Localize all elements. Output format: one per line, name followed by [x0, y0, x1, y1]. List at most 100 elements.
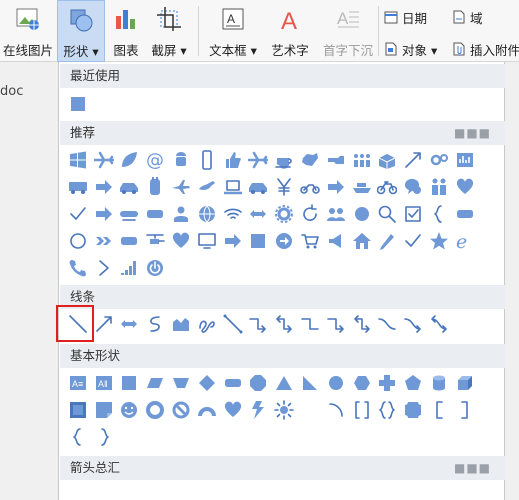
shape-bus[interactable]	[65, 173, 91, 200]
screenshot-button[interactable]: 截屏 ▾	[146, 0, 192, 62]
shape-brackets[interactable]	[349, 396, 375, 423]
shape-no-symbol[interactable]	[168, 396, 194, 423]
shape-car[interactable]	[246, 173, 272, 200]
shape-bracket-right[interactable]	[452, 396, 478, 423]
shape-gears[interactable]	[426, 146, 452, 173]
shape-leaf[interactable]	[117, 146, 143, 173]
shape-bevel[interactable]	[65, 396, 91, 423]
shape-can[interactable]	[426, 369, 452, 396]
shape-gear[interactable]	[271, 200, 297, 227]
shape-checkmark[interactable]	[400, 227, 426, 254]
shape-scribble[interactable]	[194, 310, 220, 337]
shape-brace[interactable]	[426, 200, 452, 227]
shape-thumbs-up[interactable]	[220, 146, 246, 173]
shape-plane[interactable]	[168, 173, 194, 200]
shape-arc-line[interactable]	[323, 396, 349, 423]
more-icon[interactable]: ■■■	[454, 121, 491, 145]
shape-globe[interactable]	[194, 200, 220, 227]
shape-chevrons[interactable]	[91, 227, 117, 254]
shape-rounded-rect[interactable]	[220, 369, 246, 396]
textbox-button[interactable]: A 文本框 ▾	[204, 0, 262, 62]
shape-vertical-textbox[interactable]: A‖	[91, 369, 117, 396]
shape-button[interactable]: 形状 ▾	[57, 0, 105, 62]
shape-motorcycle[interactable]	[297, 173, 323, 200]
shape-moon[interactable]	[297, 396, 323, 423]
shape-heart[interactable]	[168, 227, 194, 254]
shape-folded-corner[interactable]	[91, 396, 117, 423]
shape-rounded-rect[interactable]	[117, 227, 143, 254]
shape-signal-bars[interactable]	[117, 254, 143, 281]
shape-coffee[interactable]	[271, 146, 297, 173]
wordart-button[interactable]: A 艺术字	[265, 0, 315, 62]
shape-refresh[interactable]	[297, 200, 323, 227]
shape-rounded-rect[interactable]	[452, 200, 478, 227]
shape-rectangle[interactable]	[65, 90, 91, 117]
shape-rectangle[interactable]	[117, 369, 143, 396]
shape-checkmark[interactable]	[65, 200, 91, 227]
shape-arrow-right[interactable]	[220, 227, 246, 254]
shape-diamond[interactable]	[194, 369, 220, 396]
shape-monitor[interactable]	[194, 227, 220, 254]
shape-cube[interactable]	[452, 369, 478, 396]
shape-plaque[interactable]	[400, 396, 426, 423]
object-button[interactable]: 对象 ▾	[384, 39, 437, 59]
shape-world-plane[interactable]	[194, 173, 220, 200]
shape-pentagon[interactable]	[400, 369, 426, 396]
shape-parallelogram[interactable]	[142, 369, 168, 396]
shape-airplane[interactable]	[246, 146, 272, 173]
shape-bracket-left[interactable]	[426, 396, 452, 423]
insert-attachment-button[interactable]: 插入附件	[452, 39, 519, 59]
shape-china-map[interactable]	[297, 146, 323, 173]
shape-braces[interactable]	[375, 396, 401, 423]
shape-train[interactable]	[117, 200, 143, 227]
shape-rectangle[interactable]	[246, 227, 272, 254]
shape-pencil[interactable]	[375, 227, 401, 254]
shape-hexagon[interactable]	[349, 369, 375, 396]
shape-double-arrow[interactable]	[246, 200, 272, 227]
shape-brace-left[interactable]	[65, 423, 91, 450]
shape-arrow[interactable]	[400, 146, 426, 173]
shape-octagon[interactable]	[246, 369, 272, 396]
shape-rounded-rect[interactable]	[142, 200, 168, 227]
shape-at-sign[interactable]: @	[142, 146, 168, 173]
shape-megaphone[interactable]	[323, 227, 349, 254]
field-button[interactable]: 域	[452, 7, 483, 27]
shape-arc[interactable]	[194, 396, 220, 423]
chart-button[interactable]: 图表	[106, 0, 146, 62]
shape-group[interactable]	[323, 200, 349, 227]
shape-arrow-right[interactable]	[323, 173, 349, 200]
shape-wifi[interactable]	[220, 200, 246, 227]
shape-freeform[interactable]	[168, 310, 194, 337]
shape-chat-bubble[interactable]	[400, 173, 426, 200]
shape-box[interactable]	[375, 146, 401, 173]
online-picture-button[interactable]: 在线图片	[0, 0, 56, 62]
shape-arrow[interactable]	[91, 310, 117, 337]
shape-checkbox[interactable]	[400, 200, 426, 227]
shape-arrow-right[interactable]	[91, 200, 117, 227]
shape-circle[interactable]	[349, 200, 375, 227]
shape-internet-explorer[interactable]: e	[452, 227, 478, 254]
shape-curved-connector[interactable]	[375, 310, 401, 337]
shape-reports[interactable]	[452, 146, 478, 173]
shape-elbow-double-arrow[interactable]	[349, 310, 375, 337]
shape-ship[interactable]	[349, 173, 375, 200]
more-icon[interactable]: ■■■	[454, 456, 491, 480]
shape-phone[interactable]	[194, 146, 220, 173]
shape-crowd[interactable]	[349, 146, 375, 173]
shape-user[interactable]	[168, 200, 194, 227]
shape-smiley[interactable]	[117, 396, 143, 423]
shape-triangle[interactable]	[271, 369, 297, 396]
shape-bike[interactable]	[375, 173, 401, 200]
shape-elbow-double-arrow[interactable]	[271, 310, 297, 337]
shape-elbow[interactable]	[297, 310, 323, 337]
shape-yen[interactable]	[271, 173, 297, 200]
shape-lightning[interactable]	[246, 396, 272, 423]
shape-plus[interactable]	[375, 369, 401, 396]
shape-brace-right[interactable]	[91, 423, 117, 450]
shape-laptop[interactable]	[220, 173, 246, 200]
shape-elbow-arrow[interactable]	[246, 310, 272, 337]
shape-house[interactable]	[349, 227, 375, 254]
dropcap-button[interactable]: A 首字下沉	[318, 0, 378, 62]
shape-car[interactable]	[117, 173, 143, 200]
shape-people[interactable]	[426, 173, 452, 200]
